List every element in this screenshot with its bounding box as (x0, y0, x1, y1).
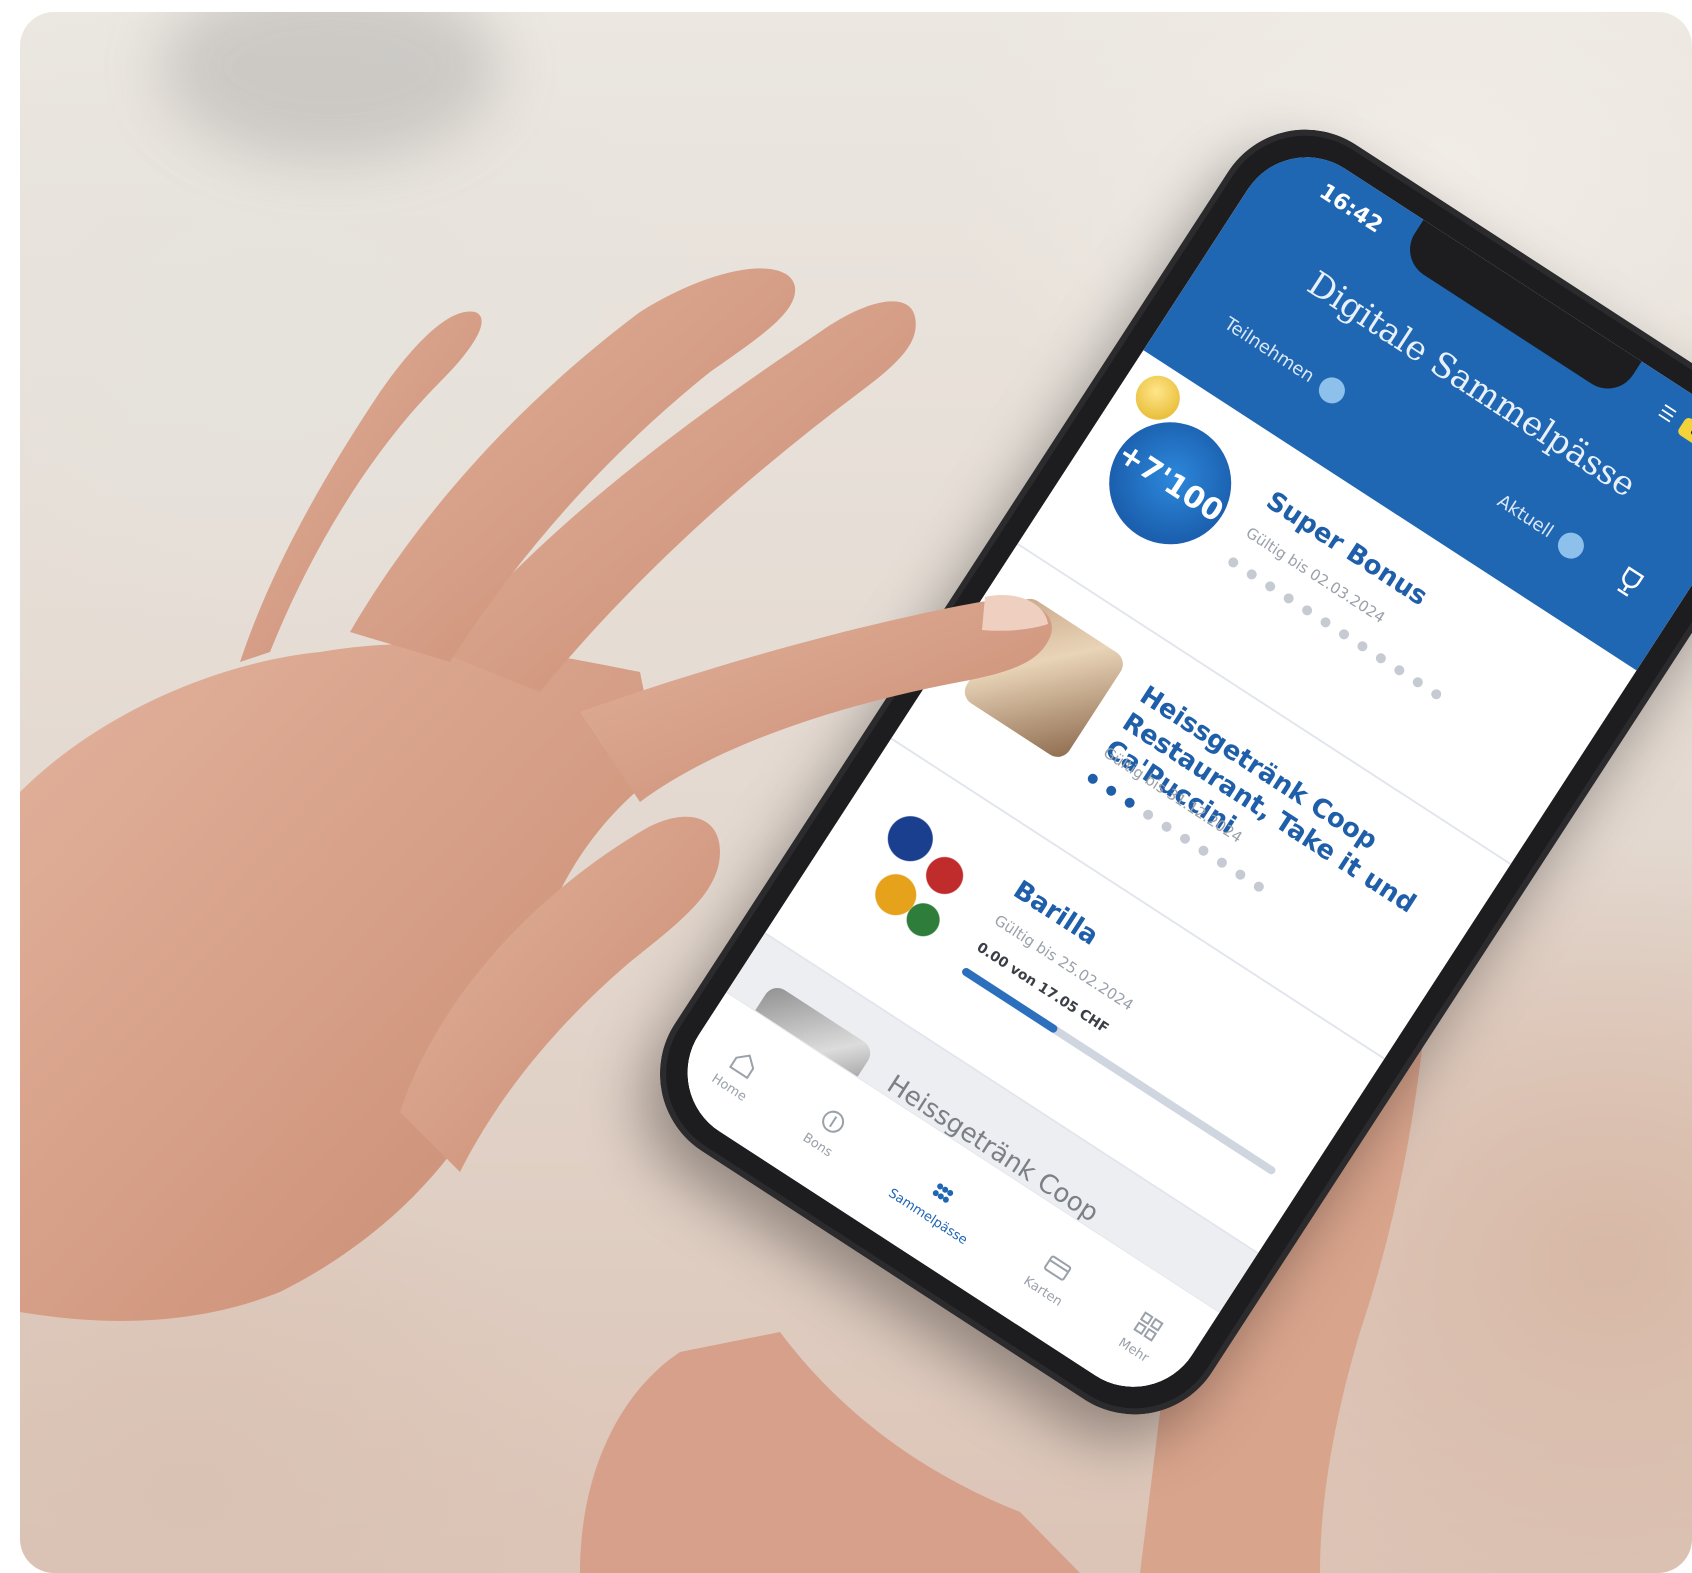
photo-frame: 16:42 ☰ 82 Digitale Sammelpässe Teilnehm… (20, 12, 1692, 1573)
pointing-hand (20, 268, 1052, 1321)
